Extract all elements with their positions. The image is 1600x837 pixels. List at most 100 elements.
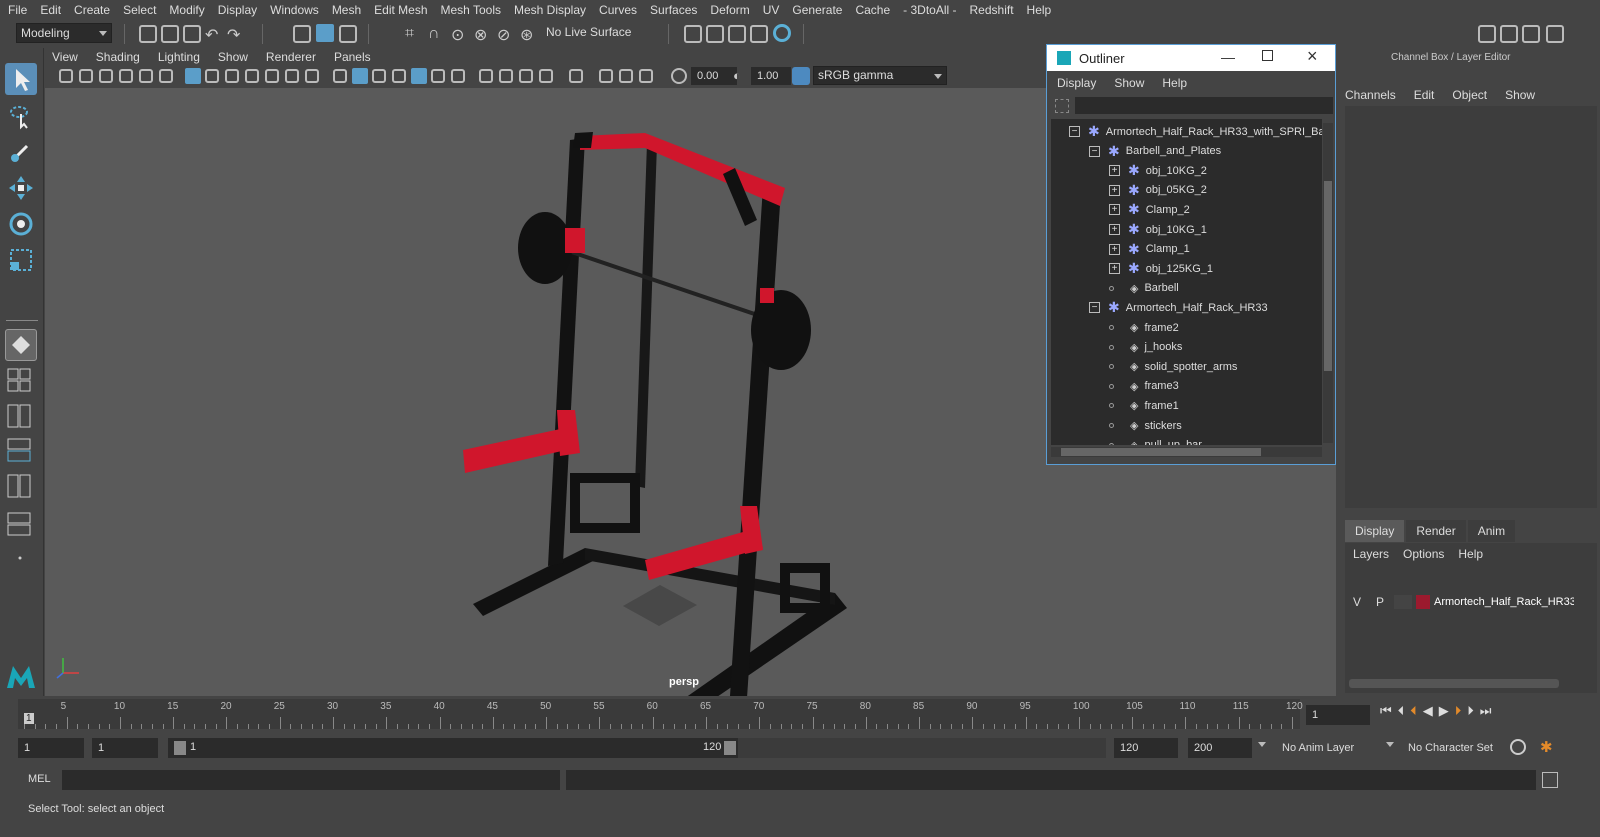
gamma-icon[interactable]: ◐ xyxy=(733,68,749,84)
lasso-tool-button[interactable] xyxy=(5,100,37,132)
select-object-icon[interactable] xyxy=(316,24,334,42)
modeling-toolkit-icon[interactable] xyxy=(1478,25,1496,43)
outliner-item[interactable]: ◈ j_hooks xyxy=(1109,338,1182,357)
menu-set-dropdown[interactable]: Modeling xyxy=(16,23,112,43)
auto-key-icon[interactable] xyxy=(1510,739,1526,755)
expand-icon[interactable]: + xyxy=(1109,224,1120,235)
snap-grid-icon[interactable]: ⌗ xyxy=(405,25,423,43)
layer-type-toggle[interactable] xyxy=(1394,595,1412,609)
four-view-layout-button[interactable] xyxy=(5,366,37,394)
outliner-item[interactable]: ◈ frame1 xyxy=(1109,396,1179,415)
film-gate-icon[interactable] xyxy=(205,69,219,83)
menu-help[interactable]: Help xyxy=(1027,3,1052,17)
time-ruler[interactable]: 1 5 10 15 20 25 30 35 40 45 50 55 60 65 70 75 80 85 90 95 10… xyxy=(18,699,1303,729)
scrollbar-thumb[interactable] xyxy=(1324,181,1332,371)
maximize-icon[interactable] xyxy=(1262,50,1273,61)
current-time-field[interactable]: 1 xyxy=(1306,705,1370,725)
outliner-item[interactable]: ◈ pull_up_bar xyxy=(1109,436,1202,445)
outliner-item[interactable]: + ✱ obj_125KG_1 xyxy=(1109,259,1213,278)
menu-curves[interactable]: Curves xyxy=(599,3,637,17)
grease-pencil-icon[interactable] xyxy=(159,69,173,83)
filter-icon[interactable] xyxy=(1055,99,1069,113)
current-frame-marker[interactable]: 1 xyxy=(24,713,34,724)
menu-edit[interactable]: Edit xyxy=(40,3,61,17)
wireframe-icon[interactable] xyxy=(333,69,347,83)
ipr-render-icon[interactable] xyxy=(728,25,746,43)
depth-of-field-icon[interactable] xyxy=(539,69,553,83)
persp-outliner-layout-button[interactable] xyxy=(5,402,37,430)
playback-end-field[interactable]: 120 xyxy=(1114,738,1178,758)
channel-box-icon[interactable] xyxy=(1546,25,1564,43)
outliner-item[interactable]: − ✱ Armortech_Half_Rack_HR33 xyxy=(1089,298,1268,317)
outliner-menu-help[interactable]: Help xyxy=(1162,76,1187,90)
default-material-icon[interactable] xyxy=(372,69,386,83)
persp-graph-layout-button[interactable] xyxy=(5,436,37,464)
gate-mask-icon[interactable] xyxy=(245,69,259,83)
2d-pan-zoom-icon[interactable] xyxy=(139,69,153,83)
channel-box-menu-channels[interactable]: Channels xyxy=(1345,88,1396,102)
shadows-icon[interactable] xyxy=(451,69,465,83)
menu-uv[interactable]: UV xyxy=(763,3,780,17)
snap-curve-icon[interactable]: ∩ xyxy=(428,25,446,43)
new-scene-icon[interactable] xyxy=(139,25,157,43)
chevron-down-icon[interactable] xyxy=(1258,742,1266,747)
motion-blur-icon[interactable] xyxy=(499,69,513,83)
layer-row[interactable]: V P Armortech_Half_Rack_HR33 xyxy=(1347,593,1595,611)
outliner-horizontal-scrollbar[interactable] xyxy=(1051,447,1322,457)
minimize-icon[interactable]: — xyxy=(1221,49,1235,65)
character-set-dropdown[interactable]: No Character Set xyxy=(1402,738,1506,758)
snap-view-plane-icon[interactable]: ⊗ xyxy=(474,25,492,44)
use-all-lights-icon[interactable] xyxy=(431,69,445,83)
viewport-menu-renderer[interactable]: Renderer xyxy=(266,50,316,64)
paint-select-tool-button[interactable] xyxy=(5,136,37,168)
exposure-field[interactable]: 0.00 xyxy=(691,67,737,85)
safe-action-icon[interactable] xyxy=(285,69,299,83)
channel-box-menu-show[interactable]: Show xyxy=(1505,88,1535,102)
script-editor-icon[interactable] xyxy=(1542,772,1558,788)
gamma-field[interactable]: 1.00 xyxy=(751,67,791,85)
outliner-item[interactable]: + ✱ Clamp_2 xyxy=(1109,200,1190,219)
attribute-editor-icon[interactable] xyxy=(1500,25,1518,43)
persp-uv-layout-button[interactable] xyxy=(5,472,37,500)
redo-icon[interactable]: ↷ xyxy=(227,25,245,44)
smooth-shade-icon[interactable] xyxy=(352,68,368,84)
outliner-menu-display[interactable]: Display xyxy=(1057,76,1096,90)
undo-icon[interactable]: ↶ xyxy=(205,25,223,44)
end-time-field[interactable]: 200 xyxy=(1188,738,1252,758)
scale-tool-button[interactable] xyxy=(5,244,37,276)
layer-visibility-toggle[interactable]: V xyxy=(1347,595,1367,609)
menu-edit-mesh[interactable]: Edit Mesh xyxy=(374,3,427,17)
range-slider-track[interactable] xyxy=(738,738,1106,758)
channel-box-menu-edit[interactable]: Edit xyxy=(1414,88,1435,102)
outliner-item[interactable]: ◈ solid_spotter_arms xyxy=(1109,357,1237,376)
select-hierarchy-icon[interactable] xyxy=(293,25,311,43)
view-transform-dropdown[interactable]: sRGB gamma xyxy=(813,66,947,85)
outliner-item[interactable]: ◈ Barbell xyxy=(1109,279,1179,298)
exposure-icon[interactable] xyxy=(671,68,687,84)
close-icon[interactable]: × xyxy=(1307,46,1318,67)
textured-icon[interactable] xyxy=(411,68,427,84)
wireframe-on-shaded-icon[interactable] xyxy=(392,69,406,83)
anti-aliasing-icon[interactable] xyxy=(519,69,533,83)
menu-select[interactable]: Select xyxy=(123,3,156,17)
menu-mesh[interactable]: Mesh xyxy=(332,3,361,17)
resolution-gate-icon[interactable] xyxy=(225,69,239,83)
isolate-select-icon[interactable] xyxy=(569,69,583,83)
ambient-occlusion-icon[interactable] xyxy=(479,69,493,83)
render-settings-icon[interactable] xyxy=(750,25,768,43)
camera-attributes-icon[interactable] xyxy=(79,69,93,83)
outliner-search-input[interactable] xyxy=(1075,97,1333,114)
layer-menu-layers[interactable]: Layers xyxy=(1353,547,1389,561)
viewport-menu-shading[interactable]: Shading xyxy=(96,50,140,64)
go-to-start-icon[interactable]: ⏮ xyxy=(1380,703,1392,719)
viewport-menu-panels[interactable]: Panels xyxy=(334,50,371,64)
menu-file[interactable]: File xyxy=(8,3,27,17)
more-layouts-button[interactable] xyxy=(5,546,37,570)
collapse-icon[interactable]: − xyxy=(1089,145,1100,157)
outliner-item[interactable]: ◈ stickers xyxy=(1109,416,1182,435)
start-time-field[interactable]: 1 xyxy=(18,738,84,758)
tool-settings-icon[interactable] xyxy=(1522,25,1540,43)
live-surface-field[interactable]: No Live Surface xyxy=(542,23,640,43)
layer-scrollbar[interactable] xyxy=(1349,679,1559,688)
step-back-key-icon[interactable]: ⏴ xyxy=(1410,703,1417,719)
